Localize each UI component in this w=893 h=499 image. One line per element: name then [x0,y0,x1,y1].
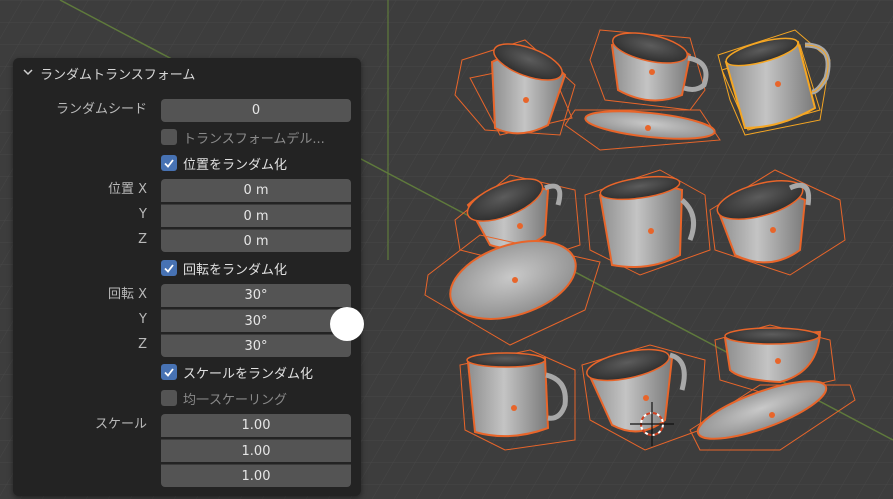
rotation-x-field[interactable]: 30° [161,284,351,307]
rotation-z-label: Z [138,337,147,352]
scale-label: スケール [94,417,147,432]
seed-label: ランダムシード [55,102,147,117]
uniform-scale-checkbox[interactable]: 均一スケーリング [161,387,287,409]
scale-x-field[interactable]: 1.00 [161,414,351,437]
randomize-scale-checkbox[interactable]: スケールをランダム化 [161,361,313,383]
rotation-z-field[interactable]: 30° [161,334,351,357]
checkmark-icon [164,264,174,273]
location-y-field[interactable]: 0 m [161,204,351,227]
checkmark-icon [164,368,174,377]
transform-delta-checkbox[interactable]: トランスフォームデル... [161,126,325,148]
checkbox-box[interactable] [161,364,177,380]
panel-title: ランダムトランスフォーム [40,68,196,83]
location-y-label: Y [139,207,147,222]
checkbox-box[interactable] [161,390,177,406]
randomize-rotation-checkbox[interactable]: 回転をランダム化 [161,257,287,279]
location-z-field[interactable]: 0 m [161,229,351,252]
rotation-x-label: 回転 X [107,287,147,302]
random-transform-panel: ランダムトランスフォーム ランダムシード 0 トランスフォームデル... 位置を… [13,58,361,496]
scale-z-field[interactable]: 1.00 [161,464,351,487]
panel-header[interactable]: ランダムトランスフォーム [13,58,361,86]
transform-delta-label: トランスフォームデル... [183,131,325,147]
checkmark-icon [164,159,174,168]
randomize-location-label: 位置をランダム化 [183,157,288,173]
checkbox-box[interactable] [161,129,177,145]
seed-field[interactable]: 0 [161,99,351,122]
location-z-label: Z [138,232,147,247]
location-x-label: 位置 X [107,182,147,197]
location-x-field[interactable]: 0 m [161,179,351,202]
scale-y-field[interactable]: 1.00 [161,439,351,462]
uniform-scale-label: 均一スケーリング [183,392,288,408]
checkbox-box[interactable] [161,155,177,171]
checkbox-box[interactable] [161,260,177,276]
randomize-rotation-label: 回転をランダム化 [183,262,288,278]
rotation-y-field[interactable]: 30° [161,309,351,332]
randomize-scale-label: スケールをランダム化 [183,366,314,382]
randomize-location-checkbox[interactable]: 位置をランダム化 [161,152,287,174]
rotation-y-label: Y [139,312,147,327]
drag-cursor-indicator [330,307,364,341]
chevron-down-icon[interactable] [23,67,33,77]
